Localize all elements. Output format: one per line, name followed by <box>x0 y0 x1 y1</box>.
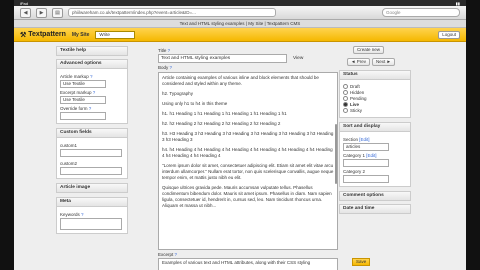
excerpt-markup-select[interactable]: Use Textile <box>60 96 106 104</box>
main-content: Textile help Advanced options Article ma… <box>14 42 466 270</box>
category2-select[interactable] <box>343 175 389 183</box>
body-textarea[interactable]: Article containing examples of various i… <box>158 72 338 250</box>
screen: iPad ▮▮ ◀ ▶ ▤ phiilwareham.co.uk/textpat… <box>14 0 466 270</box>
right-sidebar: Create new ◄ Prev Next ► Status Draft Hi… <box>339 46 411 217</box>
override-form-label: Override form ? <box>60 106 92 111</box>
category1-select[interactable] <box>343 159 389 167</box>
custom1-label: custom1 <box>60 143 78 148</box>
page-title: Text and HTML styling examples | My Site… <box>14 20 466 28</box>
advanced-options-panel: Article markup ? Use Textile Excerpt mar… <box>56 69 128 124</box>
status-sticky[interactable]: Sticky <box>343 108 407 113</box>
custom-fields-toggle[interactable]: Custom fields <box>56 128 128 138</box>
title-label: Title ? <box>158 48 171 53</box>
body-paragraph: "Lorem ipsum dolor sit amet, consectetue… <box>162 163 334 180</box>
category2-label: Category 2 <box>343 169 366 174</box>
advanced-options-toggle[interactable]: Advanced options <box>56 59 128 69</box>
sort-display-toggle[interactable]: Sort and display <box>339 122 411 132</box>
status-toggle[interactable]: Status <box>339 70 411 80</box>
comment-options-toggle[interactable]: Comment options <box>339 191 411 201</box>
url-bar[interactable]: phiilwareham.co.uk/textpattern/index.php… <box>68 8 276 17</box>
body-label: Body ? <box>158 65 173 70</box>
excerpt-textarea[interactable]: Examples of various text and HTML attrib… <box>158 258 338 270</box>
textile-help-toggle[interactable]: Textile help <box>56 46 128 56</box>
status-panel: Draft Hidden Pending Live Sticky <box>339 80 411 118</box>
device-frame: iPad ▮▮ ◀ ▶ ▤ phiilwareham.co.uk/textpat… <box>0 0 480 270</box>
body-paragraph: h2. h2 Heading 2 h2 Heading 2 h2 Heading… <box>162 121 281 126</box>
body-paragraph: Using only h1 to h4 in this theme <box>162 101 228 106</box>
meta-toggle[interactable]: Meta <box>56 197 128 207</box>
title-input[interactable]: Text and HTML styling examples <box>158 54 287 63</box>
cms-header: ⚒ Textpattern My Site Write Logout <box>14 28 466 42</box>
override-form-select[interactable] <box>60 112 106 120</box>
custom2-input[interactable] <box>60 167 122 175</box>
sort-display-panel: Section [Edit] articles Category 1 [Edit… <box>339 132 411 187</box>
site-label[interactable]: My Site <box>72 32 90 38</box>
section-edit-link[interactable]: [Edit] <box>359 137 369 142</box>
category-edit-link[interactable]: [Edit] <box>366 153 376 158</box>
custom2-label: custom2 <box>60 161 78 166</box>
battery-icon: ▮▮ <box>455 0 460 6</box>
date-time-toggle[interactable]: Date and time <box>339 204 411 214</box>
section-label: Section [Edit] <box>343 137 370 142</box>
bezel-left <box>0 0 14 270</box>
prev-button[interactable]: ◄ Prev <box>347 58 370 66</box>
logo[interactable]: ⚒ Textpattern <box>20 31 66 39</box>
body-paragraph: h3. H3 Heading 3 h3 Heading 3 h3 Heading… <box>162 131 334 142</box>
status-live[interactable]: Live <box>343 102 407 107</box>
view-link[interactable]: View <box>293 56 303 61</box>
forward-button[interactable]: ▶ <box>36 7 47 18</box>
scrollbar[interactable] <box>335 124 337 184</box>
body-paragraph: h2. Typography <box>162 91 193 96</box>
body-paragraph: Article containing examples of various i… <box>162 75 319 86</box>
excerpt-markup-label: Excerpt markup ? <box>60 90 96 95</box>
back-button[interactable]: ◀ <box>20 7 31 18</box>
custom1-input[interactable] <box>60 149 122 157</box>
status-pending[interactable]: Pending <box>343 96 407 101</box>
article-markup-select[interactable]: Use Textile <box>60 80 106 88</box>
keywords-label: Keywords ? <box>60 212 84 217</box>
custom-fields-panel: custom1 custom2 <box>56 138 128 179</box>
logout-button[interactable]: Logout <box>438 30 460 39</box>
hammer-icon: ⚒ <box>20 31 27 39</box>
section-select[interactable]: articles <box>343 143 389 151</box>
status-hidden[interactable]: Hidden <box>343 90 407 95</box>
body-paragraph: Quisque ultrices gravida pede. Mauris ac… <box>162 185 332 208</box>
bezel-right <box>466 0 480 270</box>
editor-column: Title ? Text and HTML styling examples V… <box>158 46 338 270</box>
browser-toolbar: ◀ ▶ ▤ phiilwareham.co.uk/textpattern/ind… <box>14 6 466 20</box>
search-field[interactable]: Google <box>382 8 460 17</box>
section-select[interactable]: Write <box>95 30 136 39</box>
meta-panel: Keywords ? <box>56 207 128 234</box>
status-draft[interactable]: Draft <box>343 84 407 89</box>
left-sidebar: Textile help Advanced options Article ma… <box>56 46 128 237</box>
category1-label: Category 1 [Edit] <box>343 153 377 158</box>
excerpt-label: Excerpt ? <box>158 252 178 257</box>
carrier-label: iPad <box>20 0 29 6</box>
logo-text: Textpattern <box>28 31 66 38</box>
bookmarks-button[interactable]: ▤ <box>52 7 63 18</box>
keywords-input[interactable] <box>60 218 122 230</box>
next-button[interactable]: Next ► <box>371 58 395 66</box>
create-new-button[interactable]: Create new <box>353 46 385 54</box>
article-image-toggle[interactable]: Article image <box>56 183 128 193</box>
save-button[interactable]: Save <box>352 258 371 266</box>
body-paragraph: h1. h1 Heading 1 h1 Heading 1 h1 Heading… <box>162 111 287 116</box>
article-markup-label: Article markup ? <box>60 74 93 79</box>
body-paragraph: h4. h4 Heading 4 h4 Heading 4 h4 Heading… <box>162 147 333 158</box>
